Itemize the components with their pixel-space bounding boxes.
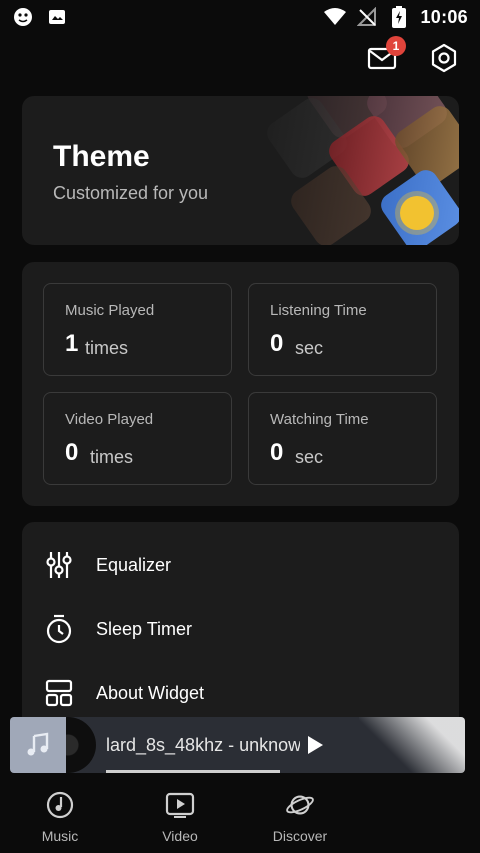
mini-player[interactable]: lard_8s_48khz - unknow	[10, 717, 465, 773]
stats-card: Music Played 1 times Listening Time 0 se…	[22, 262, 459, 506]
app-notification-icon	[12, 6, 34, 28]
stat-label: Listening Time	[270, 302, 367, 319]
sun-icon	[400, 196, 434, 230]
stat-listening-time: Listening Time 0 sec	[248, 283, 437, 376]
theme-card[interactable]: Theme Customized for you	[22, 96, 459, 245]
mail-badge: 1	[386, 36, 406, 56]
settings-hexagon-icon	[431, 43, 457, 73]
mail-button[interactable]: 1	[364, 36, 406, 76]
about-widget-label: About Widget	[96, 682, 205, 703]
stat-unit: sec	[295, 338, 324, 358]
no-signal-icon	[356, 6, 378, 28]
play-button[interactable]	[302, 732, 328, 758]
bottom-nav: Music Video Discover	[0, 780, 480, 853]
stat-label: Watching Time	[270, 411, 369, 428]
equalizer-label: Equalizer	[96, 554, 172, 575]
music-note-icon	[27, 732, 49, 756]
nav-discover[interactable]: Discover	[240, 780, 360, 853]
tools-card: Equalizer Sleep Timer About Widget	[22, 522, 459, 742]
photo-notification-icon	[46, 6, 68, 28]
stat-value: 0	[270, 439, 284, 466]
play-icon	[308, 736, 323, 754]
theme-title: Theme	[53, 140, 150, 173]
album-art	[10, 717, 66, 773]
settings-button[interactable]	[426, 40, 462, 76]
equalizer-icon	[44, 550, 74, 580]
planet-icon	[285, 790, 315, 820]
sleep-timer-label: Sleep Timer	[96, 618, 193, 639]
track-title: lard_8s_48khz - unknow	[106, 735, 300, 755]
stat-unit: times	[85, 338, 129, 358]
wifi-icon	[324, 6, 347, 28]
header-actions: 1	[364, 36, 462, 76]
theme-preview-tiles	[262, 96, 459, 245]
nav-music-label: Music	[41, 827, 79, 844]
video-play-icon	[165, 790, 195, 820]
theme-subtitle: Customized for you	[53, 183, 209, 203]
track-progress-bar	[106, 770, 280, 773]
music-disc-icon	[45, 790, 75, 820]
equalizer-item[interactable]: Equalizer	[22, 537, 459, 593]
status-bar: 10:06	[0, 0, 480, 34]
stat-unit: sec	[295, 447, 324, 467]
nav-video[interactable]: Video	[120, 780, 240, 853]
nav-discover-label: Discover	[272, 827, 328, 844]
timer-icon	[44, 614, 74, 644]
stat-watching-time: Watching Time 0 sec	[248, 392, 437, 485]
status-time: 10:06	[420, 6, 468, 27]
nav-video-label: Video	[162, 827, 198, 844]
stat-value: 1	[65, 330, 79, 357]
corner-highlight	[359, 717, 465, 773]
battery-charging-icon	[388, 6, 410, 28]
stat-value: 0	[270, 330, 284, 357]
stat-label: Video Played	[65, 411, 154, 428]
sleep-timer-item[interactable]: Sleep Timer	[22, 601, 459, 657]
nav-music[interactable]: Music	[0, 780, 120, 853]
stat-unit: times	[90, 447, 134, 467]
stat-label: Music Played	[65, 302, 155, 319]
stat-video-played: Video Played 0 times	[43, 392, 232, 485]
stat-value: 0	[65, 439, 79, 466]
about-widget-item[interactable]: About Widget	[22, 665, 459, 721]
widget-icon	[44, 678, 74, 708]
stat-music-played: Music Played 1 times	[43, 283, 232, 376]
